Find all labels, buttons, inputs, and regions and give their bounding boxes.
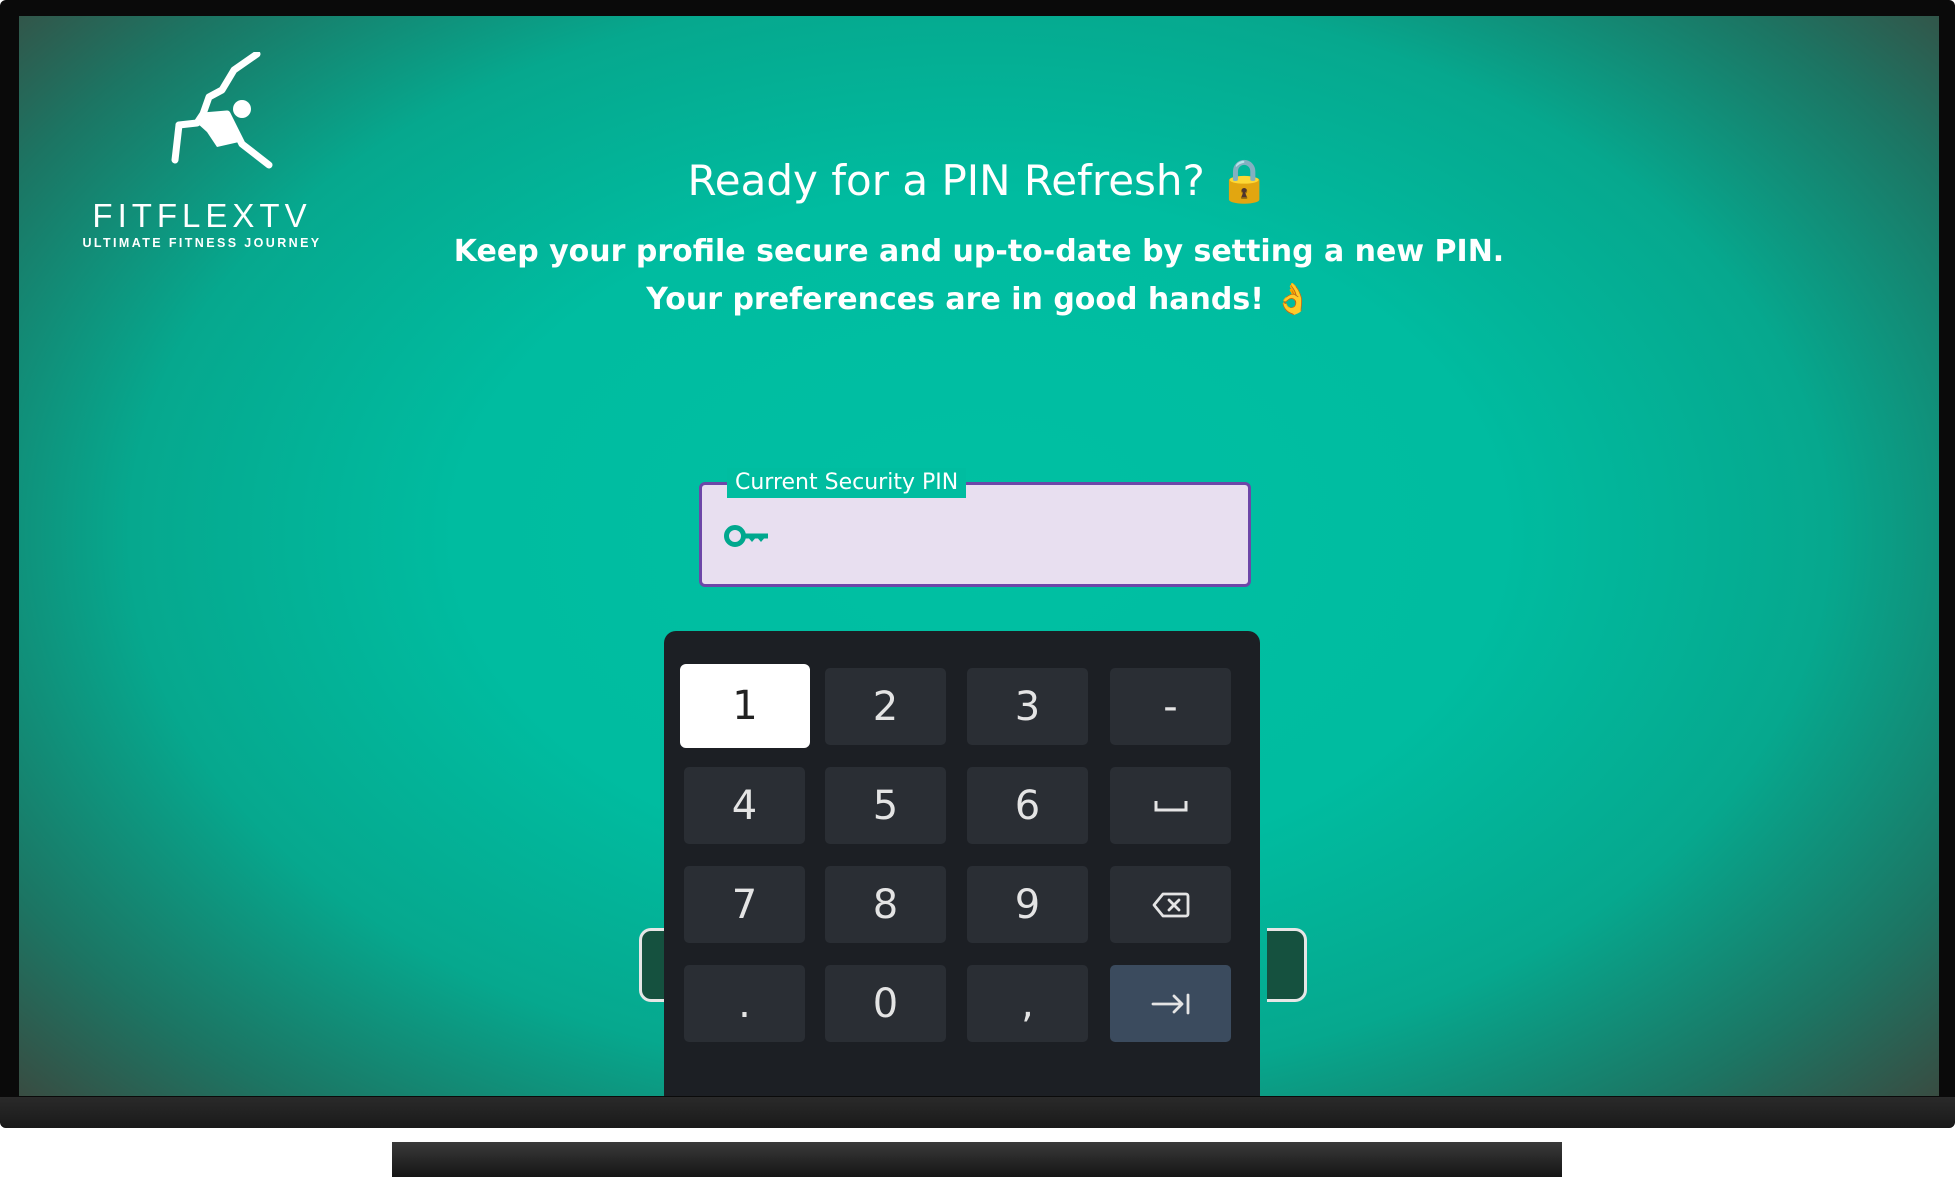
key-period[interactable]: . — [684, 965, 805, 1042]
hidden-button-right-edge — [1267, 928, 1307, 1002]
key-9[interactable]: 9 — [967, 866, 1088, 943]
key-space[interactable] — [1110, 767, 1231, 844]
key-icon — [724, 525, 768, 547]
backspace-icon — [1152, 892, 1189, 917]
space-icon — [1154, 800, 1187, 811]
on-screen-keypad: 1 2 3 - 4 5 6 7 8 9 . 0 , — [664, 631, 1260, 1096]
key-comma[interactable]: , — [967, 965, 1088, 1042]
key-0[interactable]: 0 — [825, 965, 946, 1042]
tv-screen: FITFLEXTV ULTIMATE FITNESS JOURNEY Ready… — [19, 16, 1939, 1096]
key-backspace[interactable] — [1110, 866, 1231, 943]
next-icon — [1151, 993, 1189, 1014]
key-2[interactable]: 2 — [825, 668, 946, 745]
key-5[interactable]: 5 — [825, 767, 946, 844]
key-7[interactable]: 7 — [684, 866, 805, 943]
key-4[interactable]: 4 — [684, 767, 805, 844]
page-subtitle-line1: Keep your profile secure and up-to-date … — [453, 234, 1505, 269]
key-1[interactable]: 1 — [680, 664, 810, 748]
key-3[interactable]: 3 — [967, 668, 1088, 745]
key-dash[interactable]: - — [1110, 668, 1231, 745]
current-pin-field[interactable]: Current Security PIN — [699, 468, 1251, 587]
pin-field-label: Current Security PIN — [727, 468, 967, 498]
tv-bezel-bottom — [0, 1097, 1955, 1128]
brand-logo: FITFLEXTV ULTIMATE FITNESS JOURNEY — [57, 52, 347, 252]
page-title: Ready for a PIN Refresh? 🔒 — [687, 156, 1271, 205]
key-next[interactable] — [1110, 965, 1231, 1042]
key-8[interactable]: 8 — [825, 866, 946, 943]
page-subtitle-line2: Your preferences are in good hands! 👌 — [646, 282, 1312, 317]
tv-stand — [392, 1142, 1562, 1177]
key-6[interactable]: 6 — [967, 767, 1088, 844]
